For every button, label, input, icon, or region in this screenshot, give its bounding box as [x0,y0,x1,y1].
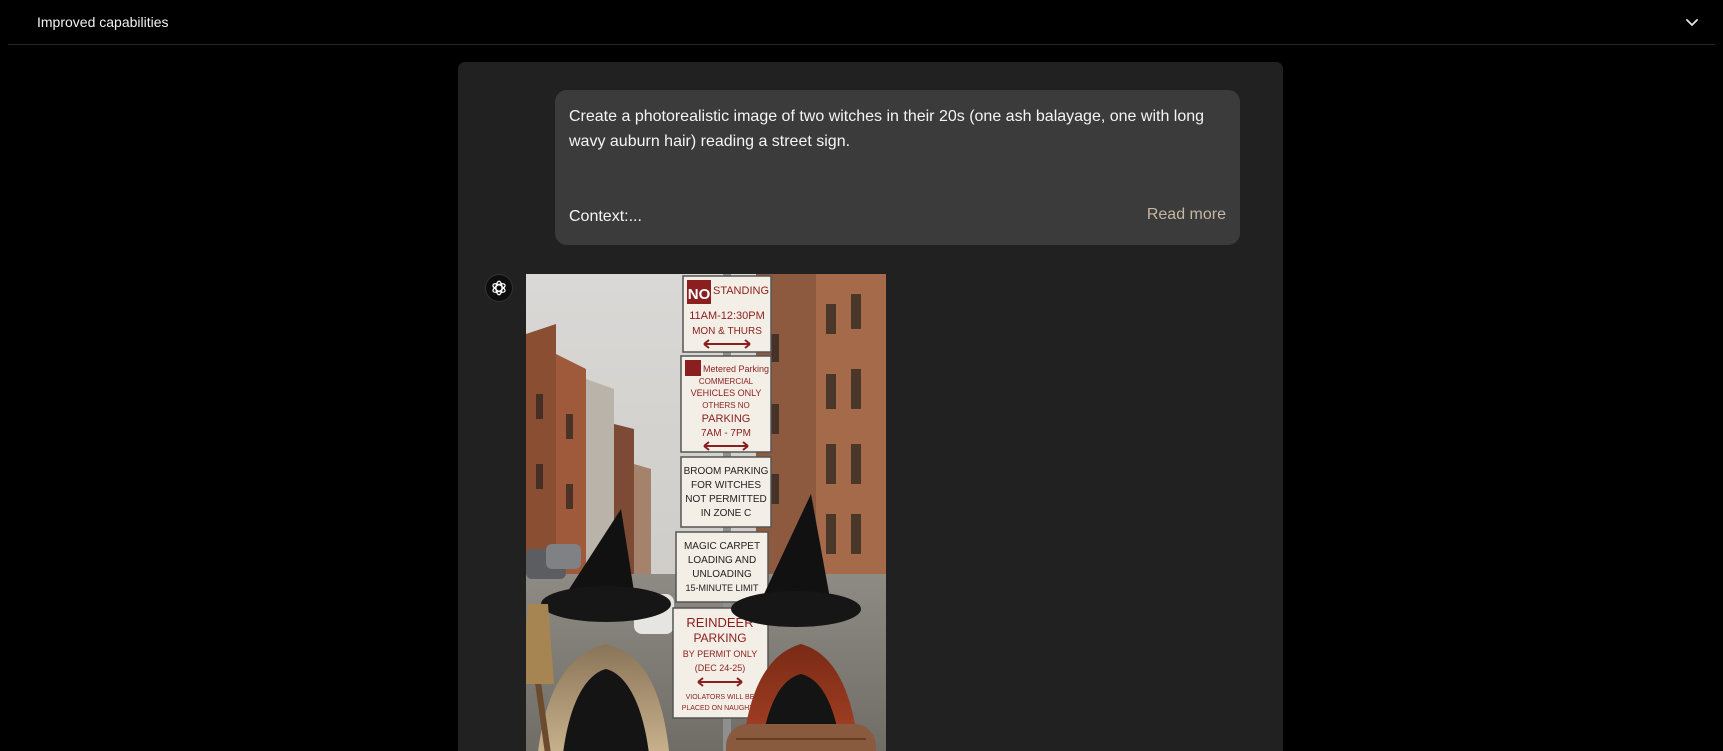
user-message-text: Create a photorealistic image of two wit… [569,108,1205,150]
sign-text: MON & THURS [692,326,762,337]
sign-text: PLACED ON NAUGHTY [682,705,759,712]
sign-text: UNLOADING [692,569,752,580]
sign-text: BY PERMIT ONLY [683,649,758,659]
sign-text: Metered Parking [703,364,769,374]
sign-text: STANDING [713,285,769,297]
sign-text: PARKING [693,631,746,645]
sign-text: COMMERCIAL [699,377,754,386]
header-bar[interactable]: Improved capabilities [8,0,1715,45]
conversation-panel: Create a photorealistic image of two wit… [458,62,1283,751]
sign-text: IN ZONE C [701,508,752,519]
sign-text: PARKING [702,413,751,425]
sign-text: 11AM-12:30PM [689,310,765,322]
generated-image[interactable]: NO STANDING 11AM-12:30PM MON & THURS Met… [526,274,886,751]
sign-text: 7AM - 7PM [701,428,751,439]
sign-text: OTHERS NO [702,401,750,410]
chevron-down-icon[interactable] [1683,13,1701,31]
sign-text: NO [688,286,711,303]
read-more-link[interactable]: Read more [1147,206,1226,224]
sign-text: VIOLATORS WILL BE [686,694,755,701]
user-message-context: Context:... [569,208,642,225]
header-title: Improved capabilities [37,14,169,30]
sign-text: VEHICLES ONLY [691,388,762,398]
generated-image-canvas: NO STANDING 11AM-12:30PM MON & THURS Met… [526,274,886,751]
sign-text: FOR WITCHES [691,480,761,491]
openai-logo-icon [492,280,506,296]
sign-text: (DEC 24-25) [695,663,746,673]
user-message-bubble: Create a photorealistic image of two wit… [555,90,1240,245]
sign-text: LOADING AND [688,555,756,566]
sign-text: BROOM PARKING [684,466,769,477]
sign-text: 15-MINUTE LIMIT [685,583,759,593]
sign-text: MAGIC CARPET [684,541,760,552]
assistant-avatar [485,274,513,302]
sign-text: NOT PERMITTED [685,494,766,505]
